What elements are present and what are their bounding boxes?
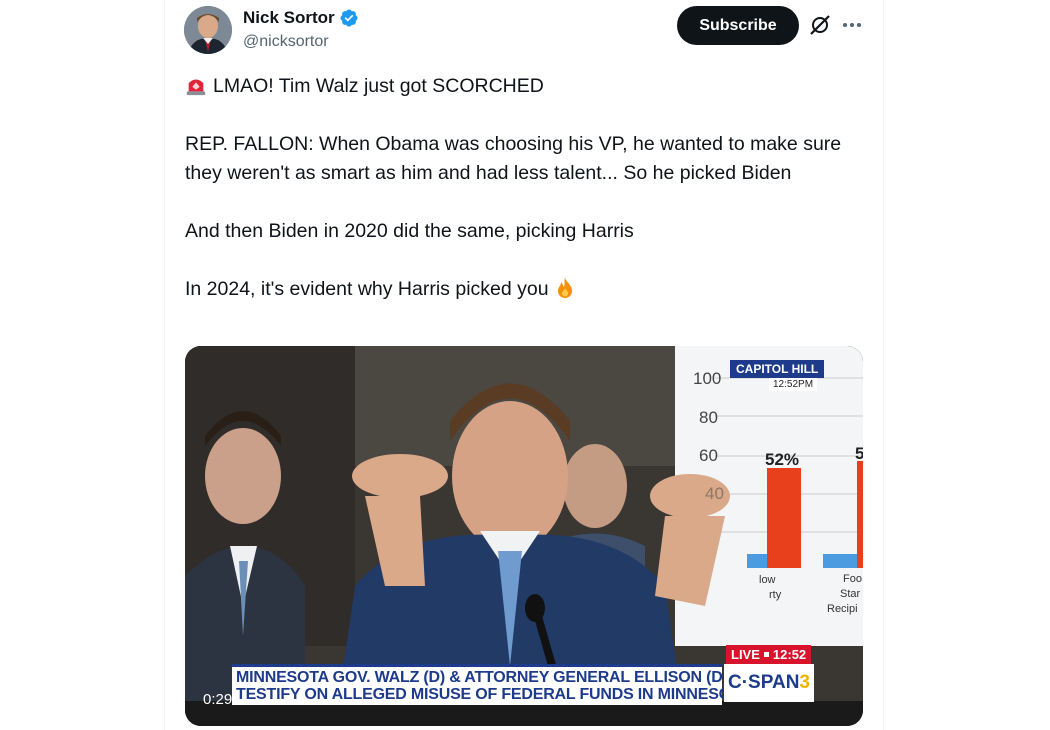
video-player[interactable]: CAPITOL HILL 12:52PM 100 80 60 40 52% 5 … [185, 346, 863, 726]
tweet-headline: LMAO! Tim Walz just got SCORCHED [213, 75, 544, 97]
news-chyron: MINNESOTA GOV. WALZ (D) & ATTORNEY GENER… [232, 664, 751, 705]
tweet-line-2: REP. FALLON: When Obama was choosing his… [185, 133, 842, 184]
chart-axis-60: 60 [699, 446, 718, 465]
chart-cat-b-line2: Star [840, 588, 861, 600]
siren-emoji-icon [186, 79, 206, 96]
chyron-line-1: MINNESOTA GOV. WALZ (D) & ATTORNEY GENER… [236, 669, 728, 686]
tweet-line-3: And then Biden in 2020 did the same, pic… [185, 220, 634, 242]
chart-cat-b-line1: Foo [843, 573, 862, 585]
chart-axis-40: 40 [705, 484, 724, 503]
tweet-line-1: LMAO! Tim Walz just got SCORCHED [185, 72, 865, 101]
author-handle[interactable]: @nicksortor [243, 33, 329, 51]
live-dot-icon [763, 652, 769, 657]
tweet-closing: In 2024, it's evident why Harris picked … [185, 278, 549, 300]
fire-emoji-icon [557, 278, 572, 298]
chart-cat-a-line1: low [759, 574, 776, 586]
tweet-text: LMAO! Tim Walz just got SCORCHED REP. FA… [185, 72, 865, 333]
subscribe-button[interactable]: Subscribe [677, 6, 799, 45]
live-time: 12:52 [772, 647, 807, 662]
chart-cat-a-line2: rty [769, 589, 782, 601]
grok-icon[interactable] [808, 13, 832, 37]
verified-badge-icon [340, 9, 358, 27]
avatar[interactable] [184, 6, 232, 54]
chart-pct-label: 52% [765, 450, 800, 469]
chart-cat-b-line3: Recipi [827, 603, 858, 615]
tweet-line-4: In 2024, it's evident why Harris picked … [185, 275, 865, 304]
chart-axis-100: 100 [693, 369, 722, 388]
timeline-border-left [164, 0, 165, 730]
chart-pct-label-2: 5 [855, 444, 863, 463]
live-badge: LIVE 12:52 [726, 645, 812, 664]
chart-axis-80: 80 [699, 408, 718, 427]
author-name-row[interactable]: Nick Sortor [243, 8, 359, 28]
live-label: LIVE [731, 647, 760, 662]
capitol-hill-tag: CAPITOL HILL [730, 360, 825, 378]
chyron-line-2: TESTIFY ON ALLEGED MISUSE OF FEDERAL FUN… [236, 686, 751, 703]
cspan-logo-text: C·SPAN [727, 672, 800, 693]
timeline-border-right [883, 0, 884, 730]
cspan-logo: C·SPAN 3 [724, 664, 814, 702]
author-display-name[interactable]: Nick Sortor [243, 8, 335, 28]
capitol-hill-time: 12:52PM [769, 378, 818, 391]
cspan-logo-number: 3 [799, 672, 810, 693]
video-duration: 0:29 [203, 691, 233, 708]
more-options-icon[interactable] [840, 13, 864, 37]
